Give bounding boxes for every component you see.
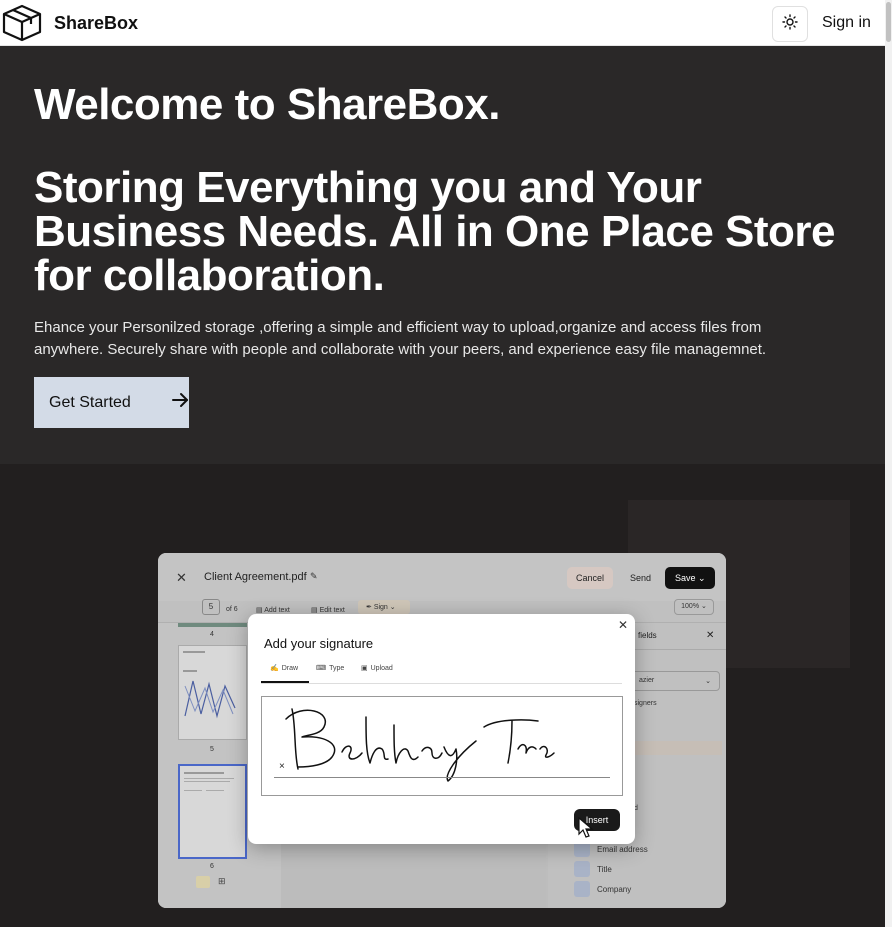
tab-divider	[261, 683, 622, 684]
pencil-icon: ✎	[310, 571, 318, 581]
hero-section: Welcome to ShareBox. Storing Everything …	[0, 46, 885, 464]
close-icon: ✕	[706, 630, 715, 641]
list-view-icon	[196, 876, 210, 888]
field-title: Title	[574, 861, 612, 877]
editor-save-button: Save ⌄	[665, 567, 715, 589]
thumbnail-label: 6	[210, 863, 214, 870]
signature-canvas: ×	[261, 696, 623, 796]
box-logo-icon[interactable]	[0, 2, 44, 44]
close-icon: ✕	[618, 618, 629, 632]
file-name: Client Agreement.pdf	[204, 571, 307, 583]
fields-panel-title: fields	[638, 631, 657, 640]
hero-description: Ehance your Personilzed storage ,offerin…	[34, 319, 767, 358]
sun-icon	[782, 13, 798, 35]
thumbnail-4-bar	[178, 623, 247, 627]
theme-toggle-button[interactable]	[772, 6, 808, 42]
brand-name[interactable]: ShareBox	[54, 13, 138, 34]
mouse-cursor-icon	[578, 816, 594, 844]
get-started-button[interactable]: Get Started	[34, 377, 189, 428]
hero-tagline: Storing Everything you and Your Business…	[34, 163, 836, 300]
editor-cancel-button: Cancel	[567, 567, 614, 589]
edit-text-tool: ▤ Edit text	[311, 607, 345, 614]
image-icon: ▣	[361, 665, 368, 672]
editor-toolbar: ✕ Client Agreement.pdf ✎ Cancel Send Sav…	[158, 553, 726, 601]
pen-icon: ✍	[270, 665, 279, 672]
zoom-select: 100% ⌄	[674, 599, 714, 615]
drawn-signature	[285, 708, 555, 782]
editor-send-button: Send	[621, 567, 661, 589]
page-number-box: 5	[202, 599, 220, 615]
keyboard-icon: ⌨	[316, 665, 327, 672]
hero-welcome-heading: Welcome to ShareBox.	[34, 80, 501, 129]
tab-type: ⌨ Type	[316, 664, 345, 673]
close-icon: ✕	[176, 570, 187, 585]
navbar: ShareBox Sign in	[0, 0, 885, 46]
thumbnail-label: 5	[210, 746, 214, 753]
grid-view-icon: ⊞	[218, 876, 226, 886]
panel-highlight	[632, 741, 722, 755]
briefcase-icon	[574, 861, 590, 877]
thumbnail-label: 4	[210, 631, 214, 638]
building-icon	[574, 881, 590, 897]
sign-tool: ✒ Sign ⌄	[358, 600, 410, 614]
thumbnail-page-6	[178, 764, 247, 859]
scrollbar-thumb[interactable]	[886, 2, 891, 42]
signer-select: azier ⌄	[630, 671, 720, 691]
tab-draw: ✍ Draw	[270, 664, 299, 673]
add-text-tool: ▤ Add text	[256, 607, 290, 614]
modal-title: Add your signature	[264, 636, 374, 651]
sign-in-link[interactable]: Sign in	[822, 14, 871, 32]
field-company: Company	[574, 881, 631, 897]
get-started-label: Get Started	[49, 393, 131, 411]
signers-label: signers	[634, 700, 657, 707]
page-scrollbar[interactable]	[885, 0, 892, 927]
page-total: of 6	[226, 606, 238, 613]
signature-modal: ✕ Add your signature ✍ Draw ⌨ Type ▣ Upload…	[248, 614, 635, 844]
clear-signature-button: ×	[279, 761, 285, 772]
thumbnail-page-5	[178, 645, 247, 740]
tab-upload: ▣ Upload	[361, 664, 393, 673]
arrow-right-icon	[171, 392, 189, 413]
signature-baseline	[274, 777, 610, 778]
